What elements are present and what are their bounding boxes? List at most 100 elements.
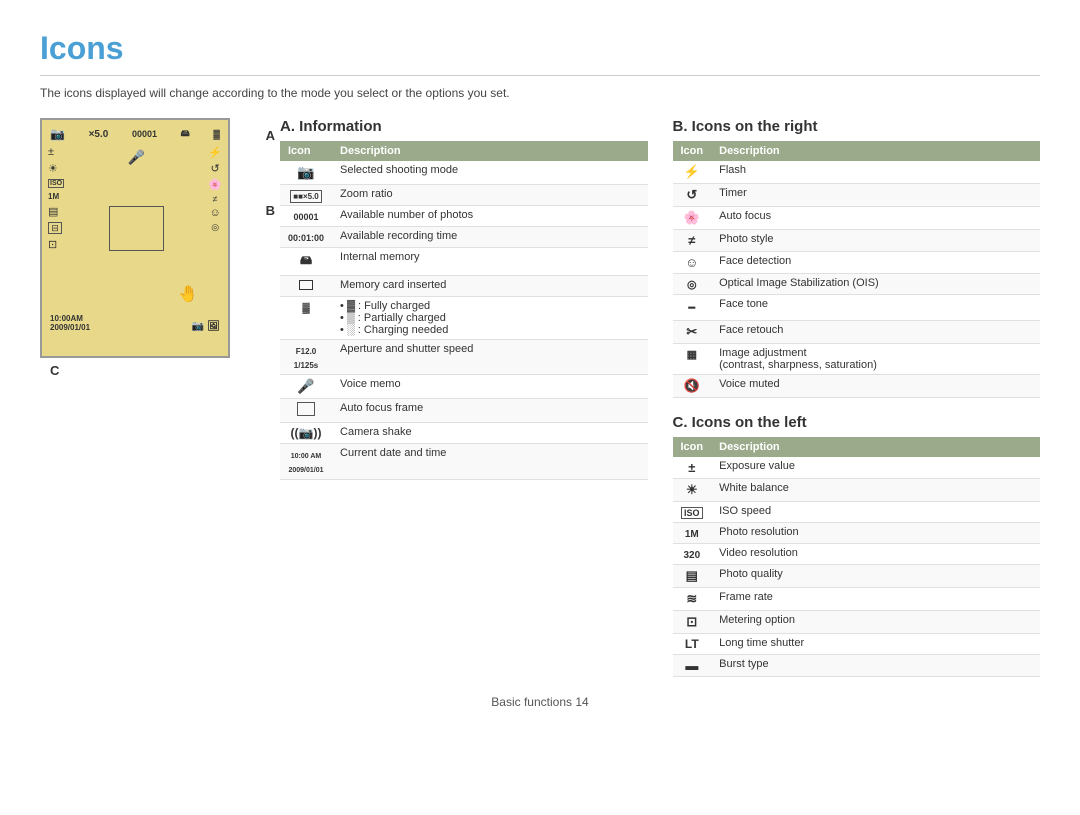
table-row: ISO ISO speed xyxy=(673,502,1041,523)
icon-cell: 🎤 xyxy=(280,375,332,399)
camera-timer-icon: ⊡ xyxy=(48,238,64,251)
table-row: 🔇 Voice muted xyxy=(673,375,1041,398)
panel-c: C. Icons on the left Icon Description ± … xyxy=(673,414,1041,677)
panel-b: B. Icons on the right Icon Description ⚡… xyxy=(673,118,1041,398)
camera-diagram: 📷 ×5.0 00001 🖴 ▓ ± ☀ ISO 1M ▤ ⊟ ⊡ xyxy=(40,118,260,677)
table-row: 1M Photo resolution xyxy=(673,523,1041,544)
camera-iso-icon: ISO xyxy=(48,179,64,188)
table-row: 🗕 Face tone xyxy=(673,295,1041,321)
camera-bottom-icon-1: 📷 xyxy=(192,321,204,332)
table-row: ((📷)) Camera shake xyxy=(280,423,648,444)
camera-exposure-icon: ± xyxy=(48,146,64,158)
camera-face-icon: ☺ xyxy=(210,207,221,219)
label-b: B xyxy=(266,203,275,218)
icon-cell: 00001 xyxy=(280,206,332,227)
icon-cell: 🖴 xyxy=(280,248,332,276)
table-row: ⊡ Metering option xyxy=(673,611,1041,634)
icon-cell: 00:01:00 xyxy=(280,227,332,248)
camera-quality-icon: ▤ xyxy=(48,205,64,218)
icon-cell: ± xyxy=(673,457,712,479)
section-a-title: A. Information xyxy=(280,118,648,135)
camera-hand-icon: 🤚 xyxy=(178,284,198,304)
desc-cell: Memory card inserted xyxy=(332,276,647,297)
desc-cell: ISO speed xyxy=(711,502,1040,523)
icon-cell: ▦ xyxy=(673,344,712,375)
camera-top-bar: 📷 ×5.0 00001 🖴 ▓ xyxy=(46,124,224,144)
desc-cell: Metering option xyxy=(711,611,1040,634)
table-row: ■■×5.0 Zoom ratio xyxy=(280,185,648,206)
desc-cell: Photo resolution xyxy=(711,523,1040,544)
camera-screen: 📷 ×5.0 00001 🖴 ▓ ± ☀ ISO 1M ▤ ⊟ ⊡ xyxy=(40,118,230,358)
table-row: 🎤 Voice memo xyxy=(280,375,648,399)
section-c-header-desc: Description xyxy=(711,437,1040,457)
icon-cell: ■■×5.0 xyxy=(280,185,332,206)
section-c-title: C. Icons on the left xyxy=(673,414,1041,431)
icon-cell: 🔇 xyxy=(673,375,712,398)
table-row: ▤ Photo quality xyxy=(673,565,1041,588)
icon-cell: LT xyxy=(673,634,712,655)
table-row: ± Exposure value xyxy=(673,457,1041,479)
table-row: ☺ Face detection xyxy=(673,252,1041,274)
icon-cell: ≠ xyxy=(673,230,712,252)
desc-cell: Video resolution xyxy=(711,544,1040,565)
camera-focus-frame xyxy=(109,206,164,251)
desc-cell: Zoom ratio xyxy=(332,185,647,206)
desc-cell: Aperture and shutter speed xyxy=(332,340,647,375)
camera-mode-icon: 📷 xyxy=(50,127,65,141)
desc-cell: Burst type xyxy=(711,655,1040,677)
table-row: ▬ Burst type xyxy=(673,655,1041,677)
camera-date: 2009/01/01 xyxy=(50,323,90,332)
icon-cell: 📷 xyxy=(280,161,332,185)
camera-zoom: ×5.0 xyxy=(89,129,109,140)
desc-cell: Internal memory xyxy=(332,248,647,276)
desc-cell: Available number of photos xyxy=(332,206,647,227)
desc-cell: Photo quality xyxy=(711,565,1040,588)
page-title: Icons xyxy=(40,30,1040,76)
desc-cell: Flash xyxy=(711,161,1040,184)
table-row: ≠ Photo style xyxy=(673,230,1041,252)
camera-flash-icon: ⚡ xyxy=(208,146,222,159)
table-row: ✂ Face retouch xyxy=(673,321,1041,344)
section-a-header-desc: Description xyxy=(332,141,647,161)
icon-cell: ≋ xyxy=(673,588,712,611)
desc-cell: Current date and time xyxy=(332,444,647,480)
desc-cell: Timer xyxy=(711,184,1040,207)
label-a: A xyxy=(266,128,275,143)
icon-cell: 🌸 xyxy=(673,207,712,230)
icon-cell: ☺ xyxy=(673,252,712,274)
camera-right-icons: ⚡ ↺ 🌸 ≠ ☺ ◎ xyxy=(206,144,224,312)
icon-cell: ⊡ xyxy=(673,611,712,634)
camera-bottom-icon-2: 🖼 xyxy=(207,321,220,332)
icon-cell: ((📷)) xyxy=(280,423,332,444)
table-row: 📷 Selected shooting mode xyxy=(280,161,648,185)
icon-cell: F12.01/125s xyxy=(280,340,332,375)
camera-count: 00001 xyxy=(132,129,157,139)
camera-wb-icon: ☀ xyxy=(48,162,64,175)
icon-cell: ◎ xyxy=(673,274,712,295)
desc-cell: Optical Image Stabilization (OIS) xyxy=(711,274,1040,295)
table-row: ↺ Timer xyxy=(673,184,1041,207)
table-row: ⚡ Flash xyxy=(673,161,1041,184)
footer: Basic functions 14 xyxy=(40,695,1040,709)
desc-cell: Voice memo xyxy=(332,375,647,399)
camera-bracket-icon: ⊟ xyxy=(48,222,62,234)
desc-cell: Selected shooting mode xyxy=(332,161,647,185)
icon-cell xyxy=(280,399,332,423)
table-row: 00001 Available number of photos xyxy=(280,206,648,227)
section-b-header-icon: Icon xyxy=(673,141,712,161)
desc-cell: Photo style xyxy=(711,230,1040,252)
info-panels: A. Information Icon Description 📷 Select… xyxy=(280,118,1040,677)
section-a-table: Icon Description 📷 Selected shooting mod… xyxy=(280,141,648,480)
desc-cell: Face detection xyxy=(711,252,1040,274)
label-c: C xyxy=(50,363,59,378)
desc-cell: Long time shutter xyxy=(711,634,1040,655)
section-c-header-icon: Icon xyxy=(673,437,712,457)
camera-style-icon: ≠ xyxy=(213,194,218,204)
desc-cell: Camera shake xyxy=(332,423,647,444)
icon-cell: ▬ xyxy=(673,655,712,677)
section-b-title: B. Icons on the right xyxy=(673,118,1041,135)
camera-res-icon: 1M xyxy=(48,192,64,201)
icon-cell: 10:00 AM2009/01/01 xyxy=(280,444,332,480)
table-row: 🖴 Internal memory xyxy=(280,248,648,276)
camera-battery-icon: ▓ xyxy=(213,129,220,139)
